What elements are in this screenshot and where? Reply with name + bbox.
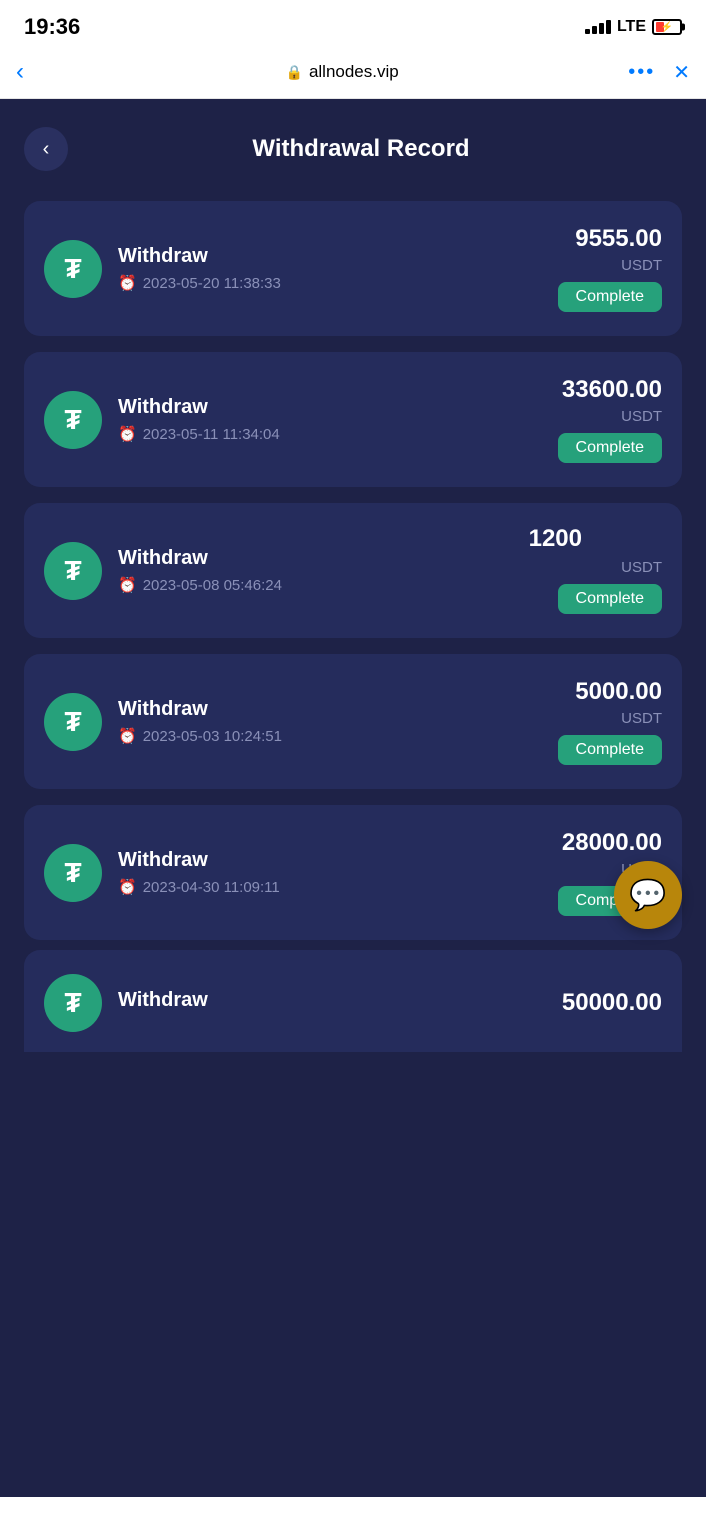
lock-icon: 🔒 (286, 64, 303, 81)
app-content: ‹ Withdrawal Record ₮ Withdraw ⏰ 2023-05… (0, 99, 706, 1497)
tether-symbol: ₮ (64, 555, 81, 587)
transaction-card[interactable]: ₮ Withdraw ⏰ 2023-05-03 10:24:51 5000.00… (24, 654, 682, 789)
tether-symbol: ₮ (64, 987, 81, 1019)
battery-bolt-icon: ⚡ (661, 22, 673, 33)
transaction-label: Withdraw (118, 989, 546, 1012)
browser-actions: ••• ✕ (628, 60, 690, 85)
status-time: 19:36 (24, 14, 80, 40)
status-badge: Complete (558, 584, 662, 614)
transaction-date: ⏰ 2023-04-30 11:09:11 (118, 878, 542, 896)
signal-bars (585, 20, 611, 34)
transaction-amount: 5000.00 (575, 678, 662, 706)
transaction-label: Withdraw (118, 849, 542, 872)
lte-label: LTE (617, 18, 646, 36)
clock-icon: ⏰ (118, 727, 137, 745)
tether-symbol: ₮ (64, 857, 81, 889)
signal-bar-2 (592, 26, 597, 34)
clock-icon: ⏰ (118, 425, 137, 443)
transaction-label: Withdraw (118, 547, 542, 570)
clock-icon: ⏰ (118, 576, 137, 594)
transaction-info: Withdraw ⏰ 2023-05-11 11:34:04 (118, 396, 542, 443)
partial-amount: 1200 (529, 525, 582, 553)
tether-icon: ₮ (44, 240, 102, 298)
transaction-currency: USDT (621, 710, 662, 727)
transaction-label: Withdraw (118, 245, 542, 268)
transaction-date: ⏰ 2023-05-03 10:24:51 (118, 727, 542, 745)
tether-symbol: ₮ (64, 706, 81, 738)
date-text: 2023-05-03 10:24:51 (143, 728, 282, 745)
transaction-amount: 33600.00 (562, 376, 662, 404)
transaction-date: ⏰ 2023-05-11 11:34:04 (118, 425, 542, 443)
transaction-amount: 9555.00 (575, 225, 662, 253)
battery-indicator: ⚡ (652, 19, 682, 35)
date-text: 2023-04-30 11:09:11 (143, 879, 280, 896)
back-chevron-icon: ‹ (43, 138, 50, 161)
more-options-button[interactable]: ••• (628, 61, 655, 84)
date-text: 2023-05-08 05:46:24 (143, 577, 282, 594)
transaction-currency: USDT (621, 257, 662, 274)
clock-icon: ⏰ (118, 274, 137, 292)
signal-bar-1 (585, 29, 590, 34)
transaction-amount-block: 50000.00 (562, 989, 662, 1017)
transaction-info: Withdraw (118, 989, 546, 1018)
transaction-info: Withdraw ⏰ 2023-05-03 10:24:51 (118, 698, 542, 745)
browser-back-button[interactable]: ‹ (16, 58, 56, 86)
transaction-card[interactable]: ₮ Withdraw ⏰ 2023-05-11 11:34:04 33600.0… (24, 352, 682, 487)
transaction-card[interactable]: ₮ Withdraw ⏰ 2023-05-08 05:46:24 1200.00… (24, 503, 682, 638)
tether-icon: ₮ (44, 844, 102, 902)
transaction-date: ⏰ 2023-05-08 05:46:24 (118, 576, 542, 594)
tether-icon: ₮ (44, 693, 102, 751)
status-right: LTE ⚡ (585, 18, 682, 36)
status-badge: Complete (558, 735, 662, 765)
status-bar: 19:36 LTE ⚡ (0, 0, 706, 50)
tether-symbol: ₮ (64, 253, 81, 285)
app-header: ‹ Withdrawal Record (0, 99, 706, 191)
browser-bar: ‹ 🔒 allnodes.vip ••• ✕ (0, 50, 706, 99)
transaction-label: Withdraw (118, 698, 542, 721)
transaction-info: Withdraw ⏰ 2023-05-20 11:38:33 (118, 245, 542, 292)
status-badge: Complete (558, 433, 662, 463)
date-text: 2023-05-11 11:34:04 (143, 426, 280, 443)
transaction-date: ⏰ 2023-05-20 11:38:33 (118, 274, 542, 292)
tether-icon: ₮ (44, 391, 102, 449)
transaction-card-partial[interactable]: ₮ Withdraw 50000.00 (24, 950, 682, 1052)
signal-bar-4 (606, 20, 611, 34)
transaction-amount: 50000.00 (562, 989, 662, 1017)
transaction-currency: USDT (621, 408, 662, 425)
transaction-label: Withdraw (118, 396, 542, 419)
transaction-info: Withdraw ⏰ 2023-04-30 11:09:11 (118, 849, 542, 896)
date-text: 2023-05-20 11:38:33 (143, 275, 281, 292)
tether-icon: ₮ (44, 974, 102, 1032)
chat-fab-icon: 💬 (629, 878, 666, 913)
close-tab-button[interactable]: ✕ (673, 60, 690, 85)
transactions-list: ₮ Withdraw ⏰ 2023-05-20 11:38:33 9555.00… (0, 191, 706, 950)
clock-icon: ⏰ (118, 878, 137, 896)
transaction-amount-block: 33600.00 USDT Complete (558, 376, 662, 463)
status-badge: Complete (558, 282, 662, 312)
transaction-amount-block: 9555.00 USDT Complete (558, 225, 662, 312)
browser-url-bar[interactable]: 🔒 allnodes.vip (56, 62, 628, 82)
tether-icon: ₮ (44, 542, 102, 600)
page-title: Withdrawal Record (84, 135, 682, 163)
url-text: allnodes.vip (309, 62, 399, 82)
transaction-info: Withdraw ⏰ 2023-05-08 05:46:24 (118, 547, 542, 594)
chat-fab-button[interactable]: 💬 (614, 861, 682, 929)
transaction-card[interactable]: ₮ Withdraw ⏰ 2023-05-20 11:38:33 9555.00… (24, 201, 682, 336)
tether-symbol: ₮ (64, 404, 81, 436)
transaction-card[interactable]: ₮ Withdraw ⏰ 2023-04-30 11:09:11 28000.0… (24, 805, 682, 940)
transaction-currency: USDT (621, 559, 662, 576)
back-button[interactable]: ‹ (24, 127, 68, 171)
transaction-amount: 28000.00 (562, 829, 662, 857)
transaction-amount-block: 5000.00 USDT Complete (558, 678, 662, 765)
signal-bar-3 (599, 23, 604, 34)
